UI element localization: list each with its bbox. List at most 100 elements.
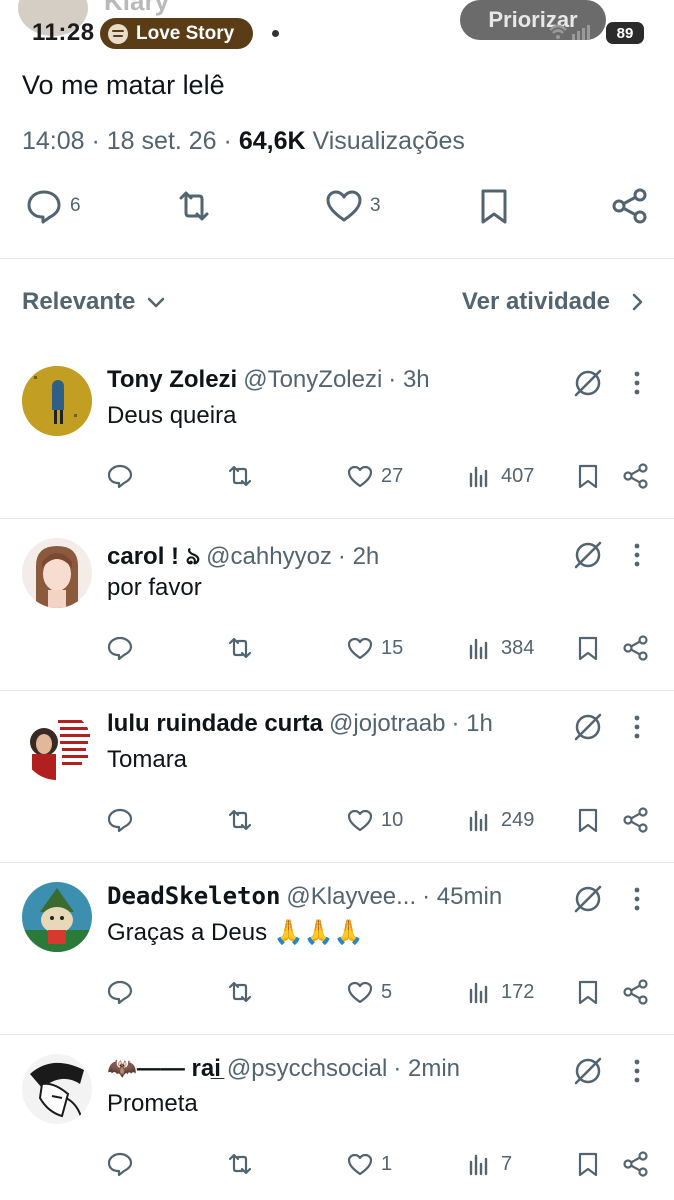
reply-author-name[interactable]: carol ! ঌ [107, 538, 200, 578]
grok-icon[interactable] [571, 366, 605, 400]
reply-text: por favor [107, 574, 202, 601]
reply-like-button[interactable]: 1 [346, 1150, 392, 1178]
reply-button[interactable]: 6 [24, 186, 81, 226]
reply-like-button[interactable]: 5 [346, 978, 392, 1006]
bookmark-icon [481, 189, 507, 224]
reply-avatar[interactable] [22, 882, 92, 952]
retweet-button[interactable] [174, 186, 214, 226]
reply-avatar[interactable] [22, 710, 92, 780]
reply-divider [0, 518, 674, 519]
bookmark-button[interactable] [474, 186, 514, 226]
reply-reply-button[interactable] [106, 978, 134, 1006]
reply-time: · 2h [337, 543, 380, 570]
reply-reply-button[interactable] [106, 1150, 134, 1178]
reply-retweet-button[interactable] [226, 978, 254, 1006]
reply-author-handle[interactable]: @Klayvee... [286, 883, 416, 911]
views-icon [466, 978, 494, 1006]
reply-author-name[interactable]: Tony Zolezi [107, 366, 237, 394]
tweet-views-count: 64,6K [238, 127, 306, 155]
share-icon [622, 806, 650, 834]
more-options-icon[interactable] [625, 712, 649, 742]
grok-icon[interactable] [571, 710, 605, 744]
heart-icon [326, 190, 362, 222]
like-count: 3 [370, 195, 381, 216]
reply-item[interactable]: DeadSkeleton @Klayvee... · 45min Graças … [0, 866, 674, 1038]
reply-author-handle[interactable]: @cahhyyoz [206, 543, 332, 571]
retweet-icon [179, 191, 209, 221]
views-icon [466, 462, 494, 490]
reply-icon [106, 978, 134, 1006]
reply-bookmark-button[interactable] [574, 634, 602, 662]
now-playing-pill[interactable]: Love Story [100, 18, 253, 49]
reply-item[interactable]: carol ! ঌ @cahhyyoz · 2h por favor 15 38… [0, 522, 674, 694]
reply-views-button[interactable]: 407 [466, 462, 534, 490]
chevron-right-icon [632, 293, 643, 311]
views-icon [466, 1150, 494, 1178]
grok-icon[interactable] [571, 538, 605, 572]
reply-item[interactable]: Tony Zolezi @TonyZolezi · 3h Deus queira… [0, 350, 674, 522]
more-options-icon[interactable] [625, 540, 649, 570]
now-playing-title: Love Story [136, 22, 235, 44]
reply-action-bar: 27 407 [0, 462, 674, 498]
reply-share-button[interactable] [622, 462, 650, 490]
more-options-icon[interactable] [625, 884, 649, 914]
reply-header: Tony Zolezi @TonyZolezi · 3h [107, 366, 430, 394]
reply-author-handle[interactable]: @psycchsocial [227, 1055, 387, 1083]
battery-indicator: 89 [606, 22, 644, 44]
reply-bookmark-button[interactable] [574, 1150, 602, 1178]
reply-retweet-button[interactable] [226, 806, 254, 834]
reply-like-button[interactable]: 15 [346, 634, 403, 662]
reply-action-bar: 1 7 [0, 1150, 674, 1186]
tweet-action-bar: 6 3 [0, 186, 674, 234]
retweet-icon [226, 462, 254, 490]
reply-author-handle[interactable]: @TonyZolezi [243, 366, 382, 394]
like-button[interactable]: 3 [324, 186, 381, 226]
reply-share-button[interactable] [622, 806, 650, 834]
reply-item[interactable]: 🦇—— rai̲ @psycchsocial · 2min Prometa 1 … [0, 1038, 674, 1200]
views-icon [466, 634, 494, 662]
reply-action-bar: 5 172 [0, 978, 674, 1014]
grok-icon[interactable] [571, 1054, 605, 1088]
reply-item[interactable]: lulu ruindade curta @jojotraab · 1h Toma… [0, 694, 674, 866]
reply-text: Prometa [107, 1090, 198, 1117]
reply-share-button[interactable] [622, 634, 650, 662]
reply-views-count: 7 [501, 1152, 513, 1175]
reply-bookmark-button[interactable] [574, 462, 602, 490]
reply-bookmark-button[interactable] [574, 806, 602, 834]
more-options-icon[interactable] [625, 1056, 649, 1086]
sort-dropdown[interactable]: Relevante [22, 288, 167, 316]
view-activity-link[interactable]: Ver atividade [462, 288, 648, 316]
retweet-icon [226, 634, 254, 662]
reply-like-button[interactable]: 27 [346, 462, 403, 490]
grok-icon[interactable] [571, 882, 605, 916]
reply-reply-button[interactable] [106, 806, 134, 834]
reply-share-button[interactable] [622, 978, 650, 1006]
reply-author-handle[interactable]: @jojotraab [329, 710, 445, 738]
chevron-down-icon [148, 297, 165, 308]
reply-retweet-button[interactable] [226, 634, 254, 662]
tweet-date: 18 set. 26 [106, 127, 217, 155]
reply-retweet-button[interactable] [226, 1150, 254, 1178]
reply-retweet-button[interactable] [226, 462, 254, 490]
more-options-icon[interactable] [625, 368, 649, 398]
heart-icon [346, 462, 374, 490]
reply-reply-button[interactable] [106, 634, 134, 662]
reply-bookmark-button[interactable] [574, 978, 602, 1006]
spotify-icon [108, 23, 128, 44]
reply-avatar[interactable] [22, 366, 92, 436]
share-icon [622, 1150, 650, 1178]
reply-reply-button[interactable] [106, 462, 134, 490]
reply-views-button[interactable]: 7 [466, 1150, 512, 1178]
bookmark-icon [574, 978, 602, 1006]
reply-author-name[interactable]: DeadSkeleton [107, 882, 280, 910]
reply-like-button[interactable]: 10 [346, 806, 403, 834]
reply-views-button[interactable]: 172 [466, 978, 534, 1006]
share-button[interactable] [610, 186, 650, 226]
reply-avatar[interactable] [22, 1054, 92, 1124]
reply-author-name[interactable]: lulu ruindade curta [107, 710, 323, 738]
reply-share-button[interactable] [622, 1150, 650, 1178]
reply-views-button[interactable]: 384 [466, 634, 534, 662]
reply-author-name[interactable]: 🦇—— rai̲ [107, 1054, 221, 1083]
reply-avatar[interactable] [22, 538, 92, 608]
reply-views-button[interactable]: 249 [466, 806, 534, 834]
